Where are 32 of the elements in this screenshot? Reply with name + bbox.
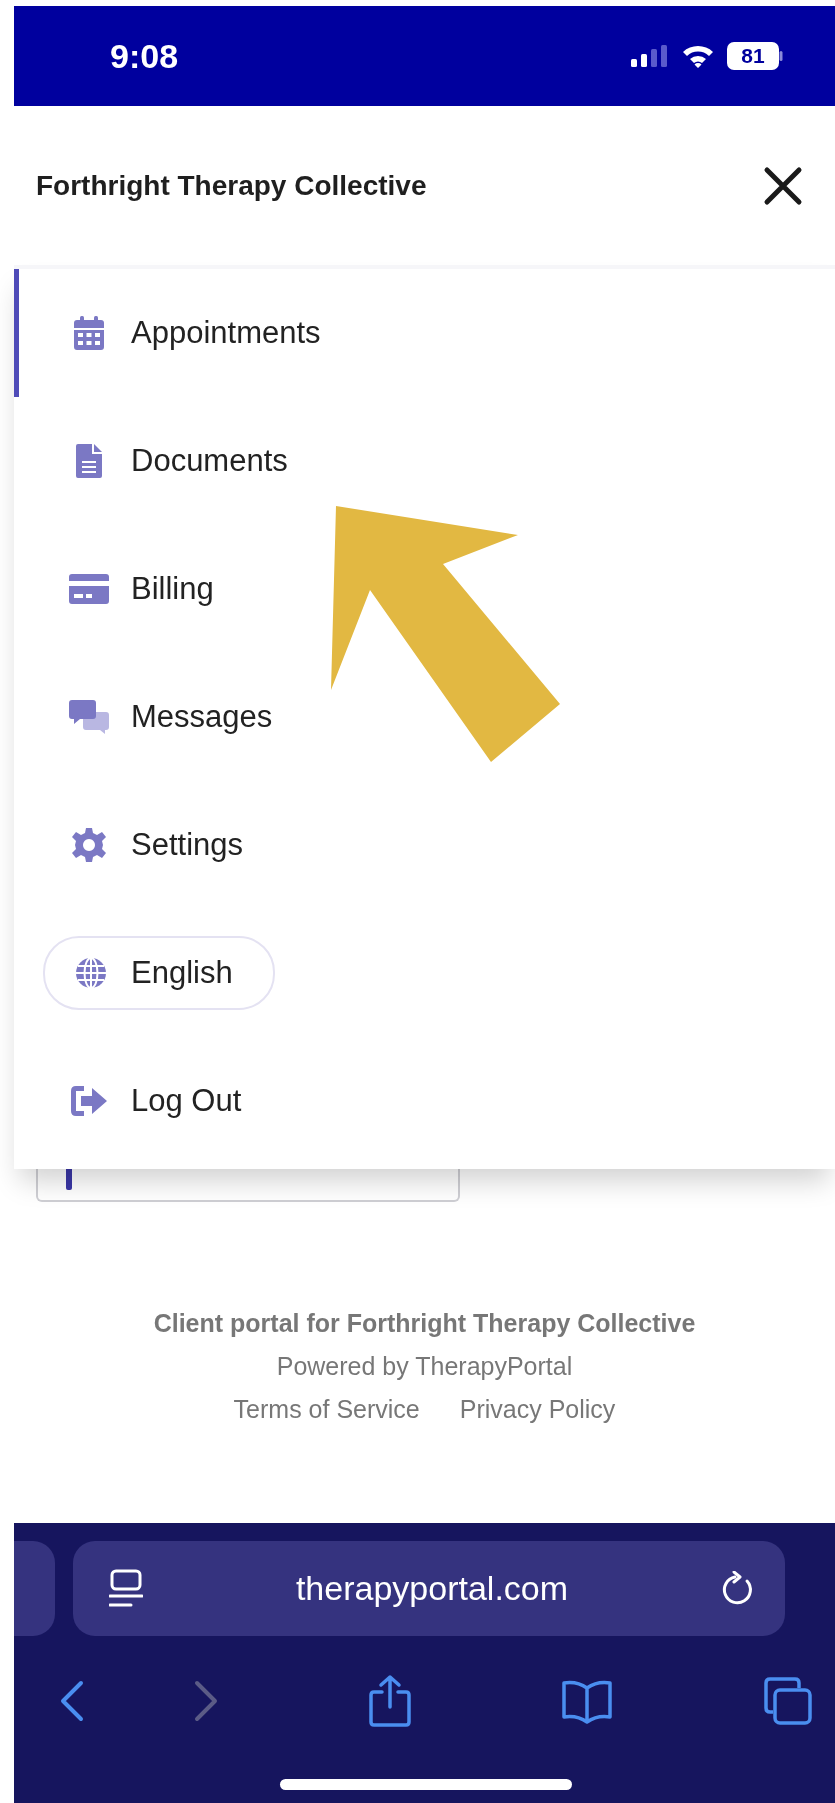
- bookmarks-button[interactable]: [561, 1678, 614, 1724]
- battery-tip-icon: [779, 51, 783, 61]
- credit-card-icon: [69, 574, 109, 604]
- wifi-icon: [681, 44, 715, 68]
- chat-bubbles-icon: [69, 700, 109, 734]
- share-button[interactable]: [367, 1674, 412, 1728]
- reload-icon: [721, 1570, 755, 1607]
- menu-item[interactable]: Messages: [14, 653, 835, 781]
- signal-icon: [631, 45, 669, 67]
- document-icon: [76, 444, 102, 478]
- footer-link[interactable]: Privacy Policy: [459, 1388, 616, 1431]
- back-button[interactable]: [60, 1680, 84, 1722]
- practice-title: Forthright Therapy Collective: [36, 169, 427, 202]
- menu-item[interactable]: Log Out: [14, 1037, 835, 1165]
- logout-icon: [71, 1086, 107, 1116]
- menu-item[interactable]: Billing: [14, 525, 835, 653]
- url-text: therapyportal.com: [295, 1569, 569, 1608]
- reader-icon: [109, 1568, 143, 1609]
- globe-icon: [75, 957, 107, 989]
- language-button[interactable]: English: [43, 936, 275, 1010]
- clock-time: 9:08: [110, 36, 180, 76]
- powered-by-text: Powered by TherapyPortal: [276, 1351, 573, 1382]
- address-bar[interactable]: therapyportal.com: [73, 1541, 785, 1636]
- menu-item[interactable]: Appointments: [14, 269, 835, 397]
- portal-caption: Client portal for Forthright Therapy Collective: [153, 1308, 696, 1339]
- menu-item[interactable]: Settings: [14, 781, 835, 909]
- gear-icon: [72, 828, 106, 862]
- tabs-button[interactable]: [763, 1676, 813, 1726]
- battery-level: 81: [727, 42, 779, 70]
- footer-link[interactable]: Terms of Service: [233, 1388, 420, 1431]
- calendar-icon: [74, 316, 104, 350]
- menu-item[interactable]: Documents: [14, 397, 835, 525]
